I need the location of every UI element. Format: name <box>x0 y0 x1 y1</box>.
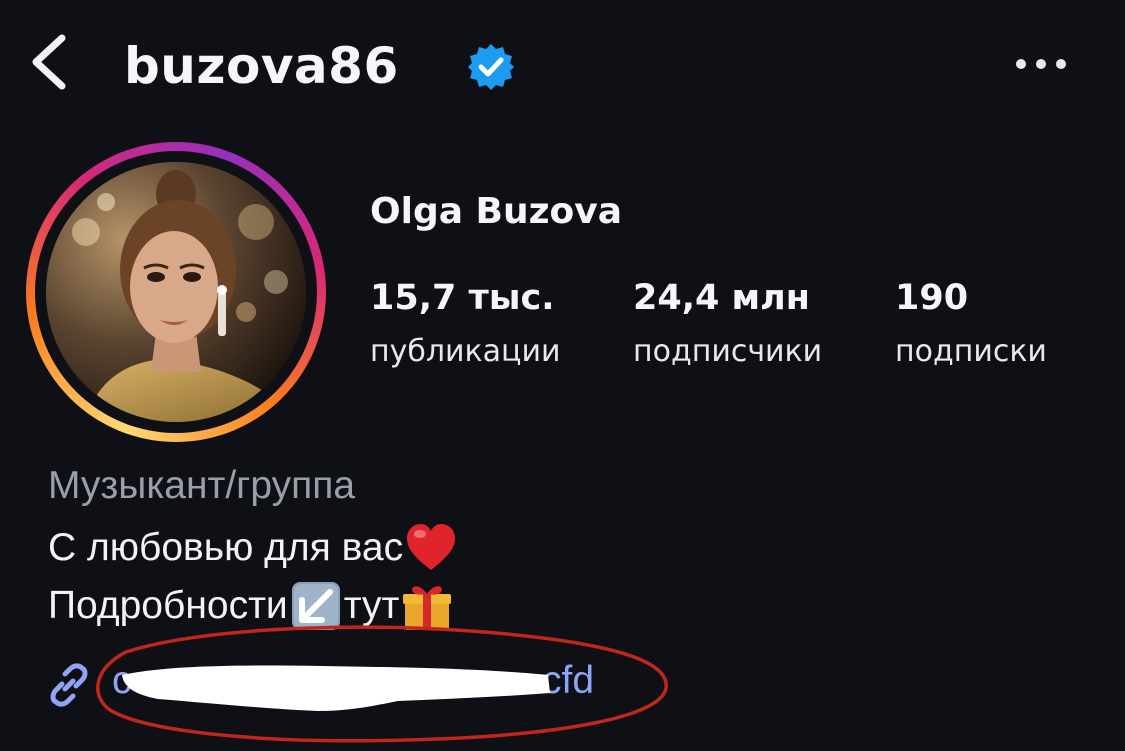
more-options-button[interactable] <box>1012 54 1070 74</box>
profile-display-name: Olga Buzova <box>370 191 623 232</box>
bio-line-2-text-b: тут <box>343 584 400 627</box>
link-icon <box>44 660 94 710</box>
bio-line-1: С любовью для вас <box>48 520 459 576</box>
back-button[interactable] <box>26 30 76 94</box>
stat-followers-value: 24,4 млн <box>633 278 810 318</box>
heart-icon <box>403 520 459 576</box>
bio-line-1-text: С любовью для вас <box>48 526 404 569</box>
gift-icon <box>399 578 455 634</box>
arrow-down-left-icon <box>288 578 344 634</box>
profile-username: buzova86 <box>124 37 399 95</box>
profile-avatar[interactable] <box>26 142 326 442</box>
bio-line-2-text-a: Подробности <box>48 584 288 627</box>
stat-following-label: подписки <box>895 334 1047 369</box>
chevron-left-icon <box>32 34 66 90</box>
more-horizontal-icon <box>1016 59 1066 69</box>
stat-posts[interactable]: 15,7 тыс. публикации <box>370 276 560 372</box>
stat-followers-label: подписчики <box>633 334 823 369</box>
stat-posts-value: 15,7 тыс. <box>370 278 555 318</box>
avatar-photo <box>46 162 306 422</box>
stat-following-value: 190 <box>895 278 969 318</box>
stat-followers[interactable]: 24,4 млн подписчики <box>633 276 822 372</box>
verified-badge-icon <box>466 42 516 92</box>
stat-posts-label: публикации <box>370 334 561 369</box>
stat-following[interactable]: 190 подписки <box>895 276 1047 372</box>
bio-line-2: Подробности тут <box>48 578 455 634</box>
redaction-mark <box>118 653 554 713</box>
profile-category: Музыкант/группа <box>48 464 356 507</box>
